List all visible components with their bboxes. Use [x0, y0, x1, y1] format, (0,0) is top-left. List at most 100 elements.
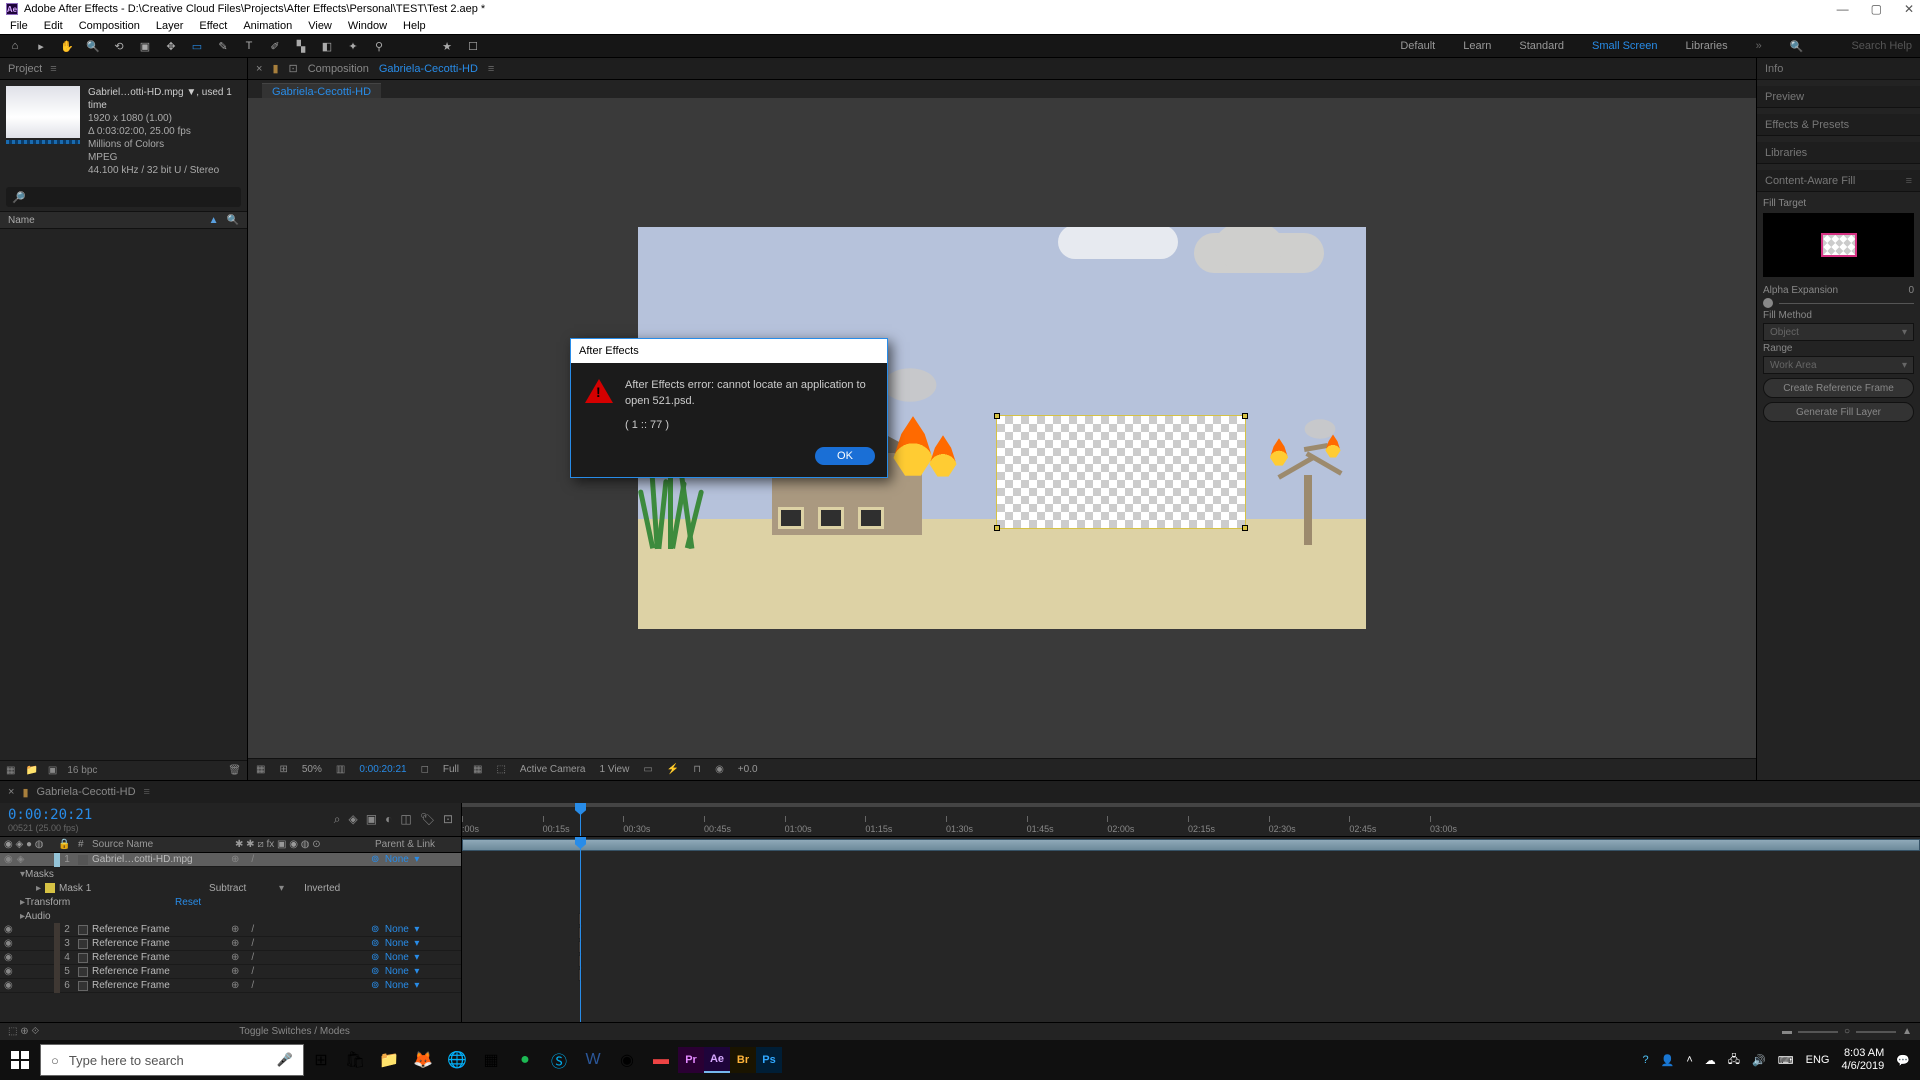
onedrive-icon[interactable]: ☁ [1705, 1054, 1716, 1067]
layer-row[interactable]: ◉4Reference Frame⊕ /⊚ None ▾ [0, 951, 461, 965]
roto-tool-icon[interactable]: ✦ [346, 39, 360, 53]
grid-icon[interactable]: ▦ [256, 764, 265, 775]
menu-edit[interactable]: Edit [44, 20, 63, 32]
tl-fx-icon[interactable]: ▣ [366, 812, 377, 827]
viewer-timecode[interactable]: 0:00:20:21 [359, 764, 406, 775]
ok-button[interactable]: OK [815, 447, 875, 465]
volume-icon[interactable]: 🔊 [1752, 1054, 1766, 1067]
menu-effect[interactable]: Effect [199, 20, 227, 32]
caf-range-dropdown[interactable]: Work Area▾ [1763, 356, 1914, 374]
mask-color-icon[interactable] [45, 883, 55, 893]
menu-view[interactable]: View [308, 20, 332, 32]
tl-mb-icon[interactable]: ◐ [385, 812, 392, 827]
chrome-icon[interactable]: ◉ [610, 1040, 644, 1080]
selection-tool-icon[interactable]: ▸ [34, 39, 48, 53]
col-name[interactable]: Name [8, 215, 35, 226]
clock[interactable]: 8:03 AM4/6/2019 [1841, 1047, 1884, 1073]
new-folder-icon[interactable]: 📁 [25, 765, 37, 776]
app-icon[interactable]: ▦ [474, 1040, 508, 1080]
snap-box-icon[interactable]: ☐ [466, 39, 480, 53]
input-icon[interactable]: ⌨ [1778, 1054, 1794, 1067]
menu-window[interactable]: Window [348, 20, 387, 32]
col-search-icon[interactable]: 🔍 [227, 215, 239, 226]
workspace-small-screen[interactable]: Small Screen [1592, 40, 1657, 52]
layer-row[interactable]: ◉6Reference Frame⊕ /⊚ None ▾ [0, 979, 461, 993]
workspace-libraries[interactable]: Libraries [1685, 40, 1727, 52]
notifications-icon[interactable]: 💬 [1896, 1054, 1910, 1067]
clone-tool-icon[interactable]: ▚ [294, 39, 308, 53]
channel-icon[interactable]: ▥ [336, 764, 345, 775]
close-tab-icon[interactable]: × [256, 63, 262, 75]
layer-row[interactable]: ◉2Reference Frame⊕ /⊚ None ▾ [0, 923, 461, 937]
caf-generate-button[interactable]: Generate Fill Layer [1763, 402, 1914, 422]
menu-help[interactable]: Help [403, 20, 426, 32]
project-search[interactable]: 🔎 [6, 187, 241, 207]
mask-1[interactable]: Mask 1 [59, 883, 209, 894]
eraser-tool-icon[interactable]: ◧ [320, 39, 334, 53]
zoom-tool-icon[interactable]: 🔍 [86, 39, 100, 53]
task-view-icon[interactable]: ⊞ [304, 1040, 338, 1080]
lang-indicator[interactable]: ENG [1806, 1054, 1830, 1066]
workspace-standard[interactable]: Standard [1519, 40, 1564, 52]
panel-info[interactable]: Info [1757, 58, 1920, 80]
menu-animation[interactable]: Animation [243, 20, 292, 32]
layer-bar[interactable] [462, 839, 1920, 851]
explorer-icon[interactable]: 📁 [372, 1040, 406, 1080]
close-button[interactable]: ✕ [1904, 2, 1914, 16]
panel-menu-icon[interactable]: ≡ [1906, 175, 1912, 187]
playhead-line[interactable] [580, 837, 581, 1022]
layer-row[interactable]: ◉5Reference Frame⊕ /⊚ None ▾ [0, 965, 461, 979]
current-timecode[interactable]: 0:00:20:21 [8, 807, 92, 823]
comp-name[interactable]: Gabriela-Cecotti-HD [379, 63, 478, 75]
toggle-switches[interactable]: Toggle Switches / Modes [239, 1026, 350, 1037]
camera-tool-icon[interactable]: ▣ [138, 39, 152, 53]
workspace-overflow-icon[interactable]: » [1756, 40, 1762, 52]
pixel-aspect-icon[interactable]: ▭ [643, 764, 652, 775]
mask-rectangle[interactable] [996, 415, 1246, 529]
hand-tool-icon[interactable]: ✋ [60, 39, 74, 53]
tl-graph-icon[interactable]: ◫ [400, 812, 411, 827]
project-tab[interactable]: Project [8, 63, 42, 75]
panel-effects[interactable]: Effects & Presets [1757, 114, 1920, 136]
col-source-name[interactable]: Source Name [88, 839, 231, 850]
trash-icon[interactable]: 🗑 [228, 765, 241, 776]
asset-name[interactable]: Gabriel…otti-HD.mpg ▼ [88, 87, 196, 98]
brush-tool-icon[interactable]: ✐ [268, 39, 282, 53]
network-icon[interactable]: 🖧 [1728, 1051, 1740, 1070]
flow-icon[interactable]: ▮ [272, 62, 278, 75]
menu-layer[interactable]: Layer [156, 20, 184, 32]
exposure-reset-icon[interactable]: ◉ [715, 764, 724, 775]
transform-group[interactable]: Transform [25, 897, 175, 908]
anchor-tool-icon[interactable]: ✥ [164, 39, 178, 53]
start-button[interactable] [0, 1040, 40, 1080]
store-icon[interactable]: 🛍 [338, 1040, 372, 1080]
bridge-icon[interactable]: Br [730, 1047, 756, 1073]
premiere-icon[interactable]: Pr [678, 1047, 704, 1073]
flow-nav-icon[interactable]: ⊡ [289, 62, 298, 75]
new-comp-icon[interactable]: ▣ [48, 765, 57, 776]
transparency-icon[interactable]: ▦ [473, 764, 482, 775]
workspace-default[interactable]: Default [1400, 40, 1435, 52]
help-tray-icon[interactable]: ? [1643, 1054, 1649, 1066]
workspace-learn[interactable]: Learn [1463, 40, 1491, 52]
layer-row[interactable]: ◉3Reference Frame⊕ /⊚ None ▾ [0, 937, 461, 951]
interpret-icon[interactable]: ▦ [6, 765, 15, 776]
caf-create-ref-button[interactable]: Create Reference Frame [1763, 378, 1914, 398]
photoshop-icon[interactable]: Ps [756, 1047, 782, 1073]
spotify-icon[interactable]: ● [508, 1040, 542, 1080]
app2-icon[interactable]: ▬ [644, 1040, 678, 1080]
people-tray-icon[interactable]: 👤 [1661, 1054, 1675, 1067]
type-tool-icon[interactable]: T [242, 39, 256, 53]
minimize-button[interactable]: — [1837, 2, 1849, 16]
tl-tag-icon[interactable]: 🏷 [420, 812, 435, 827]
taskbar-search[interactable]: ○Type here to search🎤 [40, 1044, 304, 1076]
tl-foot-icon[interactable]: ⬚ ⊕ ⟐ [8, 1026, 39, 1037]
timeline-icon[interactable]: ⊓ [693, 764, 701, 775]
snap-icon[interactable]: ★ [440, 39, 454, 53]
audio-group[interactable]: Audio [25, 911, 175, 922]
search-icon[interactable]: 🔍 [1790, 40, 1804, 53]
rect-tool-icon[interactable]: ▭ [190, 39, 204, 53]
tl-render-icon[interactable]: ⊡ [443, 812, 453, 827]
layer-row[interactable]: ◉◈1Gabriel…cotti-HD.mpg⊕/⊚ None ▾ [0, 853, 461, 867]
camera-dropdown[interactable]: Active Camera [520, 764, 586, 775]
